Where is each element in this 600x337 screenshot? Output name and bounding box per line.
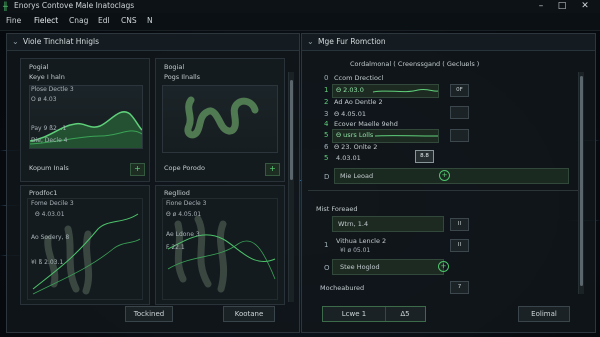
- add-icon[interactable]: +: [439, 170, 450, 181]
- row-label: Θ 23. Onlte 2: [334, 143, 378, 151]
- chart-card-1: Pogial Keye I haln Plose Dectle 3 O ø 4.…: [20, 58, 150, 182]
- row-number: 2: [324, 98, 329, 106]
- window-title: Enorys Contove Male Inatoclags: [14, 1, 135, 10]
- graph-label-2: Θ ø 4.05.01: [166, 211, 202, 218]
- card-footer-label: Cope Porodo: [164, 164, 205, 172]
- row-7-toggle[interactable]: 8.8: [415, 150, 434, 163]
- graph-label-1: Fione Decle 3: [166, 200, 207, 207]
- row-number: O: [324, 264, 330, 272]
- collapse-icon[interactable]: ⌄: [307, 37, 314, 46]
- bottom-action-group: Lcwe 1 Δ5: [322, 306, 426, 322]
- eolimal-button[interactable]: Eolimal: [518, 306, 570, 322]
- graph-label-2: Θ 4.03.01: [35, 211, 65, 218]
- card-title: Pogial: [29, 63, 49, 71]
- maximize-icon[interactable]: □: [553, 1, 571, 12]
- divider: [308, 190, 578, 191]
- graph-label-3: Pay 9 ß2 ..1: [31, 125, 67, 132]
- row-number: 4: [324, 120, 329, 128]
- menu-item-n[interactable]: N: [147, 16, 153, 25]
- section-title: Mist Foreaed: [316, 205, 358, 213]
- close-icon[interactable]: ✕: [576, 1, 594, 12]
- card-subtitle: Pogs Ilnalls: [164, 73, 201, 81]
- row-label: Θ 4.05.01: [334, 110, 366, 118]
- shape-graph-plot: [184, 96, 259, 139]
- shape-graph: [162, 85, 278, 153]
- graph-label-2: O ø 4.03: [31, 96, 57, 103]
- row-label: Θ usrs Lolls: [336, 131, 374, 139]
- card-add-button[interactable]: +: [265, 163, 280, 176]
- row-number: 5: [324, 131, 329, 139]
- row-number: 5: [324, 154, 329, 162]
- menu-item-config[interactable]: Cnag: [69, 16, 88, 25]
- footer-toggle[interactable]: 7: [450, 281, 469, 294]
- field-label: Vithua Lencle 2: [336, 237, 387, 245]
- row-number: 1: [324, 86, 329, 94]
- menu-item-cns[interactable]: CNS: [121, 16, 137, 25]
- row-number: D: [324, 173, 330, 181]
- field-label: Stee Hoglod: [340, 263, 380, 271]
- row-label: Ecover Maelle 9ehd: [334, 120, 398, 128]
- left-panel-header: ⌄ Viole Tinchlat Hnigls: [7, 34, 299, 51]
- field-label: Wtrn, 1.4: [338, 220, 369, 228]
- row-number: 0: [324, 74, 329, 82]
- delta-button[interactable]: Δ5: [385, 307, 425, 321]
- row-number: 1: [324, 241, 329, 249]
- card-title: Reglliod: [164, 189, 190, 197]
- right-panel: ⌄ Mge Fur Romction Cordalmonal ( Creenss…: [301, 33, 596, 333]
- tockined-button[interactable]: Tockined: [125, 306, 173, 322]
- row-label: Θ 2.03.0: [336, 86, 364, 94]
- left-panel: ⌄ Viole Tinchlat Hnigls Pogial Keye I ha…: [6, 33, 300, 333]
- graph-label-3: Ao Sodery, 8: [31, 234, 70, 241]
- chart-card-3: Prodfoc1 Fome Decile 3 Θ 4.03.01 Ao Sode…: [20, 185, 150, 305]
- scrollbar-thumb[interactable]: [290, 80, 293, 180]
- chevron-down-icon[interactable]: ⌄: [464, 60, 469, 68]
- card-footer-label: Kopum Inals: [29, 164, 69, 172]
- title-bar: ╫ Enorys Contove Male Inatoclags – □ ✕: [0, 0, 600, 14]
- add-icon[interactable]: +: [438, 261, 449, 272]
- menu-item-edit[interactable]: Edl: [98, 16, 110, 25]
- graph-label-1: Plose Dectle 3: [31, 86, 74, 93]
- scrollbar-thumb[interactable]: [580, 76, 583, 286]
- left-panel-title: Viole Tinchlat Hnigls: [23, 37, 100, 46]
- graph-label-1: Fome Decile 3: [31, 200, 74, 207]
- app-logo-icon: ╫: [3, 2, 8, 11]
- chart-card-2: Bogial Pogs Ilnalls Cope Porodo +: [155, 58, 285, 182]
- graph-label-4: ¥I ß 2.03.1: [31, 259, 64, 266]
- card-title: Bogial: [164, 63, 185, 71]
- lcwe-button[interactable]: Lcwe 1: [323, 307, 386, 321]
- menu-item-select[interactable]: Fielect: [34, 16, 58, 25]
- kootane-button[interactable]: Kootane: [223, 306, 275, 322]
- row-label: 4.03.01: [336, 154, 361, 162]
- collapse-icon[interactable]: ⌄: [12, 37, 19, 46]
- menu-item-file[interactable]: Fine: [6, 16, 21, 25]
- row-3-toggle[interactable]: [450, 106, 469, 119]
- graph-label-4: Die, Decle 4: [31, 137, 68, 144]
- row-1-toggle[interactable]: 0F: [450, 84, 469, 97]
- chart-card-4: Reglliod Fione Decle 3 Θ ø 4.05.01 Ae Ld…: [155, 185, 285, 305]
- row-label: Ccom Drectiocl: [334, 74, 384, 82]
- pause-button[interactable]: II: [450, 239, 469, 252]
- card-subtitle: Keye I haln: [29, 73, 65, 81]
- row-number: 3: [324, 110, 329, 118]
- right-scrollbar[interactable]: [578, 72, 584, 294]
- right-panel-header: ⌄ Mge Fur Romction: [302, 34, 595, 51]
- graph-label-4: F 22.1: [166, 244, 185, 251]
- minimize-icon[interactable]: –: [532, 1, 550, 12]
- pause-button[interactable]: II: [450, 218, 469, 231]
- left-scrollbar[interactable]: [288, 72, 294, 302]
- right-panel-title: Mge Fur Romction: [318, 37, 386, 46]
- row-5-toggle[interactable]: [450, 129, 469, 142]
- menu-bar: Fine Fielect Cnag Edl CNS N: [0, 13, 600, 31]
- field-sub-label: ¥I ø 05.01: [340, 247, 371, 254]
- mode-dropdown[interactable]: Cordalmonal ( Creenssgand ( Geclunls ): [350, 60, 479, 68]
- row-number: 6: [324, 143, 329, 151]
- mie-lead-label: Mie Leoad: [340, 172, 374, 180]
- footer-label: Mocheabured: [320, 284, 365, 292]
- card-title: Prodfoc1: [29, 189, 58, 197]
- row-label: Ad Ao Dentle 2: [334, 98, 383, 106]
- card-add-button[interactable]: +: [130, 163, 145, 176]
- graph-label-3: Ae Ldone 3: [166, 231, 200, 238]
